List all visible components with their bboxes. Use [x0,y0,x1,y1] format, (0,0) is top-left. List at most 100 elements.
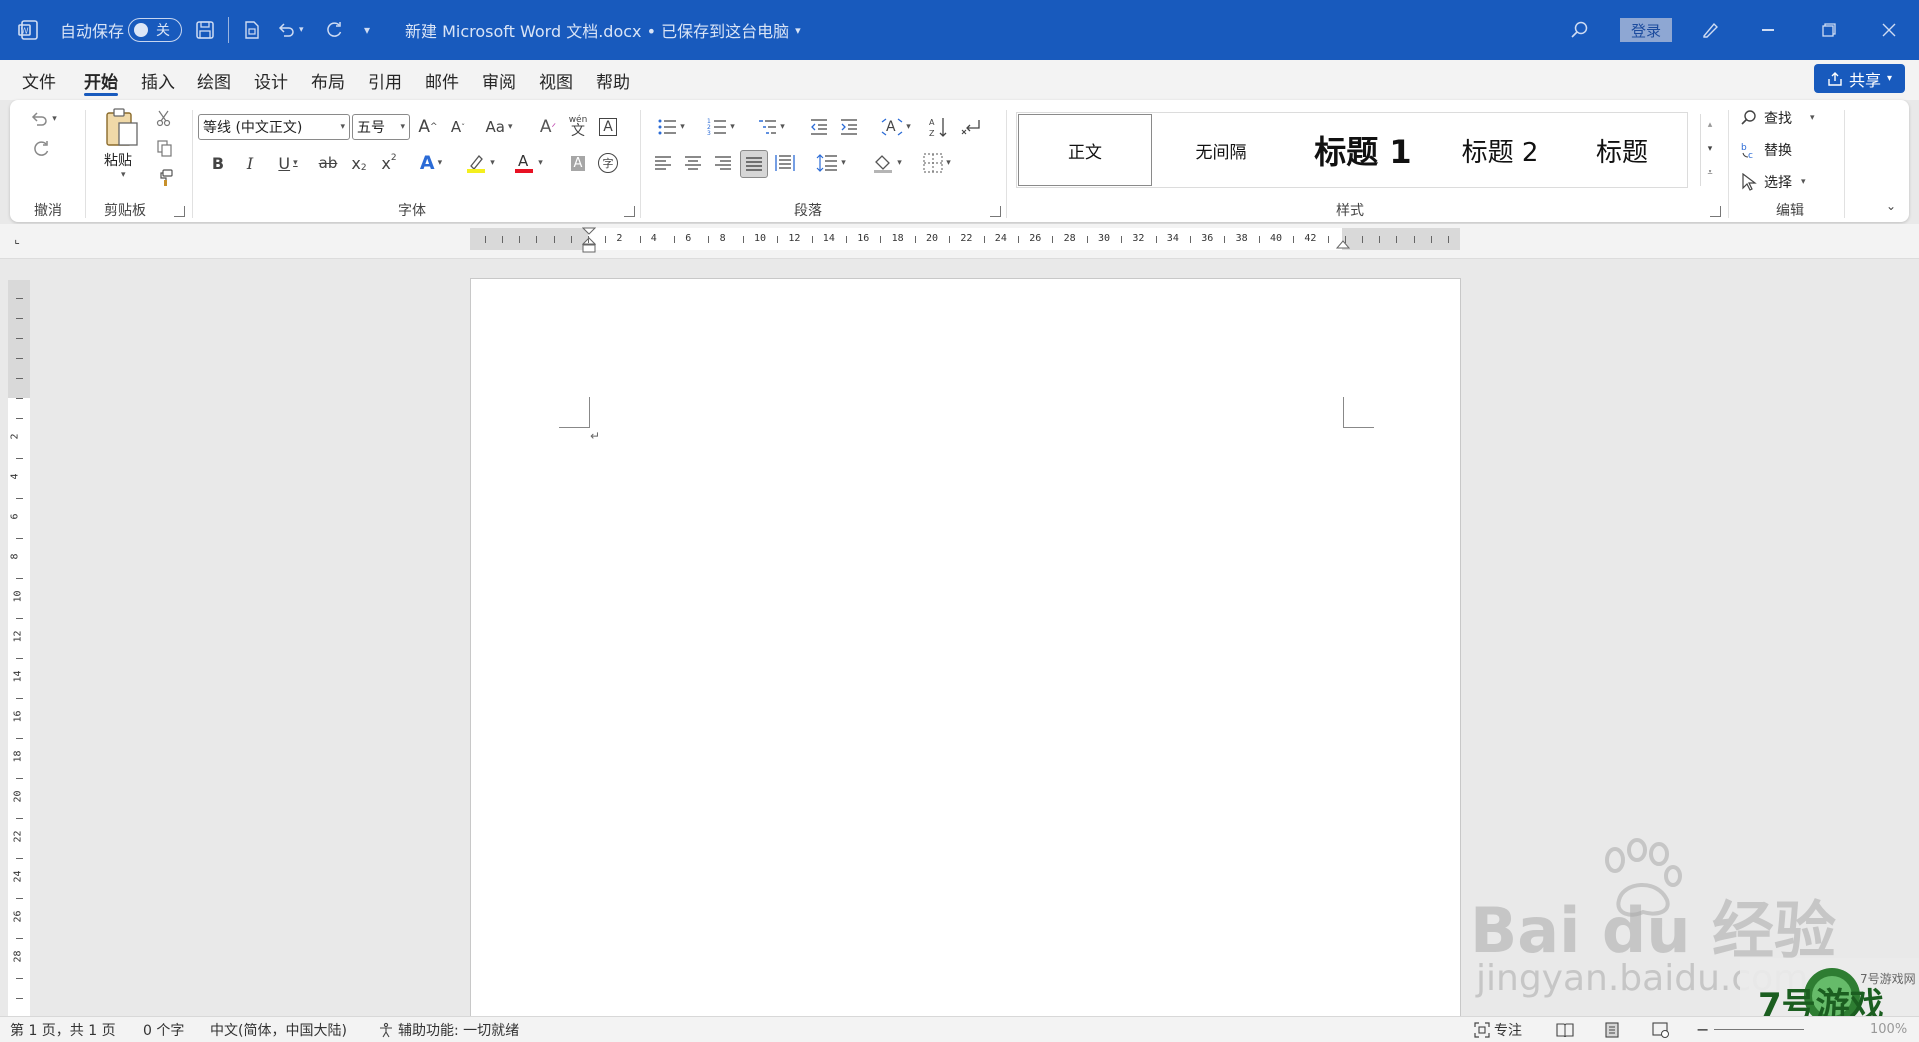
tab-review[interactable]: 审阅 [482,60,516,100]
tab-view[interactable]: 视图 [539,60,573,100]
style-normal[interactable]: 正文 [1018,114,1152,186]
share-button[interactable]: 共享 ▾ [1814,64,1905,93]
focus-mode-button[interactable]: 专注 [1474,1017,1522,1042]
tab-help[interactable]: 帮助 [596,60,630,100]
minimize-icon[interactable] [1762,0,1774,60]
style-heading-1[interactable]: 标题 1 [1290,114,1436,186]
customize-toolbar-icon[interactable]: ▾ [364,0,370,60]
undo-icon[interactable]: ▾ [276,0,304,60]
search-icon[interactable] [1570,0,1590,60]
clipboard-launcher-icon[interactable] [174,206,185,217]
bullets-icon[interactable]: ▾ [650,114,692,140]
paste-icon[interactable] [100,106,144,150]
line-spacing-icon[interactable]: ▾ [810,150,852,176]
styles-more-icon[interactable]: ⩡ [1701,162,1719,184]
style-title[interactable]: 标题 [1566,114,1678,186]
language-indicator[interactable]: 中文(简体，中国大陆) [210,1017,347,1042]
tab-references[interactable]: 引用 [368,60,402,100]
accessibility-status[interactable]: 辅助功能: 一切就绪 [378,1017,519,1042]
login-button[interactable]: 登录 [1620,18,1672,42]
numbering-icon[interactable]: 1 2 3 ▾ [700,114,742,140]
horizontal-ruler[interactable]: 2 4 6 8 10 12 14 16 18 20 22 24 26 28 30 32 34 36 38 40 42 [470,227,1460,253]
tab-draw[interactable]: 绘图 [197,60,231,100]
character-border-icon[interactable]: A [596,114,620,140]
word-count[interactable]: 0 个字 [143,1017,184,1042]
chevron-down-icon[interactable]: ▾ [121,170,126,180]
pen-icon[interactable] [1700,0,1720,60]
redo-icon[interactable] [28,136,54,162]
grow-font-icon[interactable]: A ^ [416,114,440,140]
tab-insert[interactable]: 插入 [141,60,175,100]
align-right-icon[interactable] [710,150,736,176]
tab-layout[interactable]: 布局 [311,60,345,100]
cut-icon[interactable] [152,106,176,130]
font-launcher-icon[interactable] [624,206,635,217]
justify-icon[interactable] [740,150,768,178]
tab-selector-icon[interactable]: ⌞ [10,232,24,246]
vertical-ruler[interactable]: 2 4 6 8 10 12 14 16 18 20 22 24 26 28 [8,280,30,1020]
highlight-color-icon[interactable]: ▾ [460,150,500,176]
subscript-icon[interactable]: x2 [346,150,372,176]
font-name-combo[interactable]: 等线 (中文正文) ▾ [198,114,350,140]
distributed-icon[interactable] [772,150,798,176]
web-layout-icon[interactable] [1652,1017,1670,1042]
zoom-slider[interactable] [1714,1017,1804,1042]
shrink-font-icon[interactable]: Aˇ [446,114,470,140]
chinese-layout-icon[interactable]: A ▾ [876,114,916,140]
align-left-icon[interactable] [650,150,676,176]
borders-icon[interactable]: ▾ [916,150,958,176]
document-page[interactable]: ↵ [470,278,1461,1018]
strikethrough-icon[interactable]: ab [314,150,342,176]
enclose-characters-icon[interactable]: 字 [596,150,620,176]
show-marks-icon[interactable] [958,114,984,140]
page-info[interactable]: 第 1 页，共 1 页 [10,1017,116,1042]
right-indent-marker-icon[interactable] [1336,238,1350,250]
font-color-icon[interactable]: A ▾ [508,150,548,176]
align-center-icon[interactable] [680,150,706,176]
underline-icon[interactable]: U ▾ [270,150,306,176]
restore-icon[interactable] [1822,0,1836,60]
increase-indent-icon[interactable] [836,114,862,140]
read-mode-icon[interactable] [1556,1017,1574,1042]
save-icon[interactable] [195,0,215,60]
change-case-button[interactable]: Aa ▾ [480,114,518,140]
undo-icon[interactable]: ▾ [28,106,58,132]
style-no-spacing[interactable]: 无间隔 [1156,114,1286,186]
italic-icon[interactable]: I [238,150,262,176]
decrease-indent-icon[interactable] [806,114,832,140]
paragraph-launcher-icon[interactable] [990,206,1001,217]
document-title[interactable]: 新建 Microsoft Word 文档.docx • 已保存到这台电脑 ▾ [405,0,801,60]
styles-scroll-up-icon[interactable]: ▴ [1701,114,1719,136]
bold-icon[interactable]: B [206,150,230,176]
find-button[interactable]: 查找 ▾ [1740,106,1815,130]
paste-label[interactable]: 粘贴 [104,150,132,170]
styles-launcher-icon[interactable] [1710,206,1721,217]
file-format-icon[interactable] [242,0,262,60]
select-button[interactable]: 选择 ▾ [1740,170,1806,194]
print-layout-icon[interactable] [1604,1017,1620,1042]
indent-marker-icon[interactable] [582,226,596,254]
font-size-combo[interactable]: 五号 ▾ [352,114,410,140]
sort-icon[interactable]: AZ [926,114,952,140]
tab-file[interactable]: 文件 [22,60,56,100]
tab-mailings[interactable]: 邮件 [425,60,459,100]
format-painter-icon[interactable] [152,166,176,190]
copy-icon[interactable] [152,136,176,160]
superscript-icon[interactable]: x2 [376,150,402,176]
styles-scroll-down-icon[interactable]: ▾ [1701,138,1719,160]
phonetic-guide-icon[interactable]: wén 文 [566,112,590,140]
text-effects-icon[interactable]: A ▾ [412,150,450,176]
close-icon[interactable] [1882,0,1896,60]
multilevel-list-icon[interactable]: ▾ [750,114,792,140]
zoom-out-icon[interactable]: − [1696,1017,1709,1042]
tab-design[interactable]: 设计 [254,60,288,100]
tab-home[interactable]: 开始 [84,60,118,100]
clear-formatting-icon[interactable]: Aᐟ [536,114,560,140]
replace-button[interactable]: bc 替换 [1740,138,1792,162]
shading-icon[interactable]: ▾ [866,150,908,176]
character-shading-icon[interactable]: A [566,150,590,176]
redo-icon[interactable] [324,0,344,60]
autosave-toggle[interactable]: 关 [128,0,182,60]
zoom-level[interactable]: 100% [1870,1017,1907,1042]
style-heading-2[interactable]: 标题 2 [1438,114,1562,186]
